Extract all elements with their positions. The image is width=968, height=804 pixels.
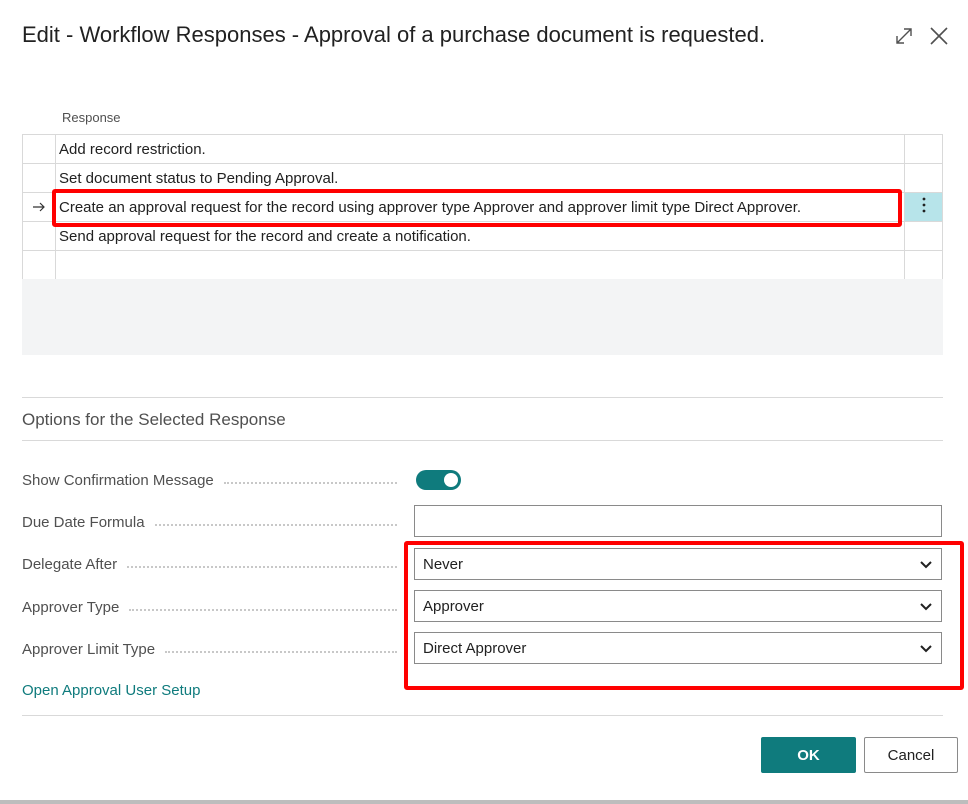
response-cell[interactable]: Create an approval request for the recor… [55,192,905,222]
due-date-formula-input[interactable] [414,505,942,537]
delegate-after-select[interactable]: Never [414,548,942,580]
responses-grid: Add record restriction. Set document sta… [22,134,943,280]
approver-type-label: Approver Type [22,597,407,617]
row-menu-button[interactable] [904,192,943,222]
divider [22,715,943,716]
open-approval-user-setup-link[interactable]: Open Approval User Setup [22,682,200,699]
divider [22,440,943,441]
expand-button[interactable] [892,24,916,48]
response-cell[interactable]: Send approval request for the record and… [55,221,905,251]
chevron-down-icon [920,603,932,611]
chevron-down-icon [920,561,932,569]
edit-workflow-responses-dialog: Edit - Workflow Responses - Approval of … [0,0,968,800]
grid-empty-area [22,279,943,355]
row-selector[interactable] [22,250,56,280]
toggle-knob [444,473,458,487]
cancel-button[interactable]: Cancel [864,737,958,773]
row-action-cell[interactable] [904,250,943,280]
divider [22,397,943,398]
dialog-title: Edit - Workflow Responses - Approval of … [22,22,766,47]
approver-limit-type-select[interactable]: Direct Approver [414,632,942,664]
due-date-formula-label: Due Date Formula [22,512,407,532]
response-cell[interactable] [55,250,905,280]
arrow-right-icon [33,202,45,211]
response-column-header[interactable]: Response [62,110,121,125]
show-confirmation-toggle[interactable] [416,470,461,490]
expand-icon [896,28,912,44]
window-bottom-edge [0,800,968,804]
delegate-after-label: Delegate After [22,554,407,574]
row-action-cell[interactable] [904,163,943,193]
ok-button[interactable]: OK [761,737,856,773]
vertical-ellipsis-icon [922,197,925,213]
response-row[interactable]: Set document status to Pending Approval. [22,163,943,193]
row-action-cell[interactable] [904,134,943,164]
row-selector[interactable] [22,163,56,193]
row-selector[interactable] [22,221,56,251]
row-action-cell[interactable] [904,221,943,251]
row-selector[interactable] [22,134,56,164]
response-row-empty[interactable] [22,250,943,280]
approver-type-select[interactable]: Approver [414,590,942,622]
response-cell[interactable]: Set document status to Pending Approval. [55,163,905,193]
chevron-down-icon [920,645,932,653]
response-row[interactable]: Send approval request for the record and… [22,221,943,251]
close-button[interactable] [927,24,951,48]
response-cell[interactable]: Add record restriction. [55,134,905,164]
response-row[interactable]: Add record restriction. [22,134,943,164]
row-selector[interactable] [22,192,56,222]
response-row-selected[interactable]: Create an approval request for the recor… [22,192,943,222]
show-confirmation-label: Show Confirmation Message [22,470,407,490]
approver-limit-type-label: Approver Limit Type [22,639,407,659]
close-icon [930,27,948,45]
options-section-title: Options for the Selected Response [22,410,286,429]
